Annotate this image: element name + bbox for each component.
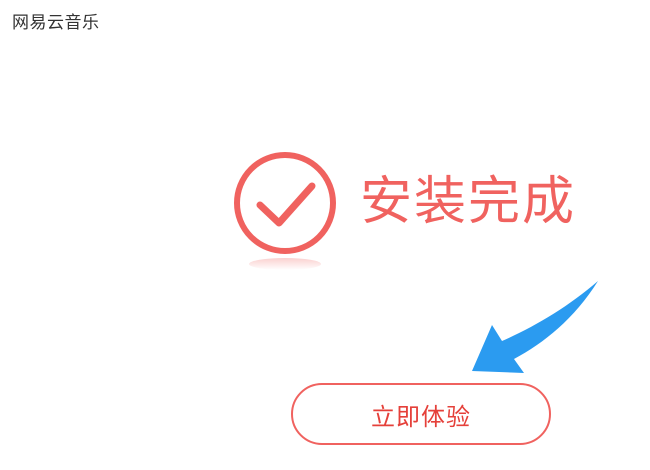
installer-window: 网易云音乐 安装完成 立即体验 [0,0,650,470]
app-title: 网易云音乐 [12,13,100,33]
check-circle-icon [234,152,336,270]
arrow-pointer-icon [472,281,598,373]
start-experience-button[interactable]: 立即体验 [291,383,551,445]
install-complete-text: 安装完成 [360,172,577,232]
